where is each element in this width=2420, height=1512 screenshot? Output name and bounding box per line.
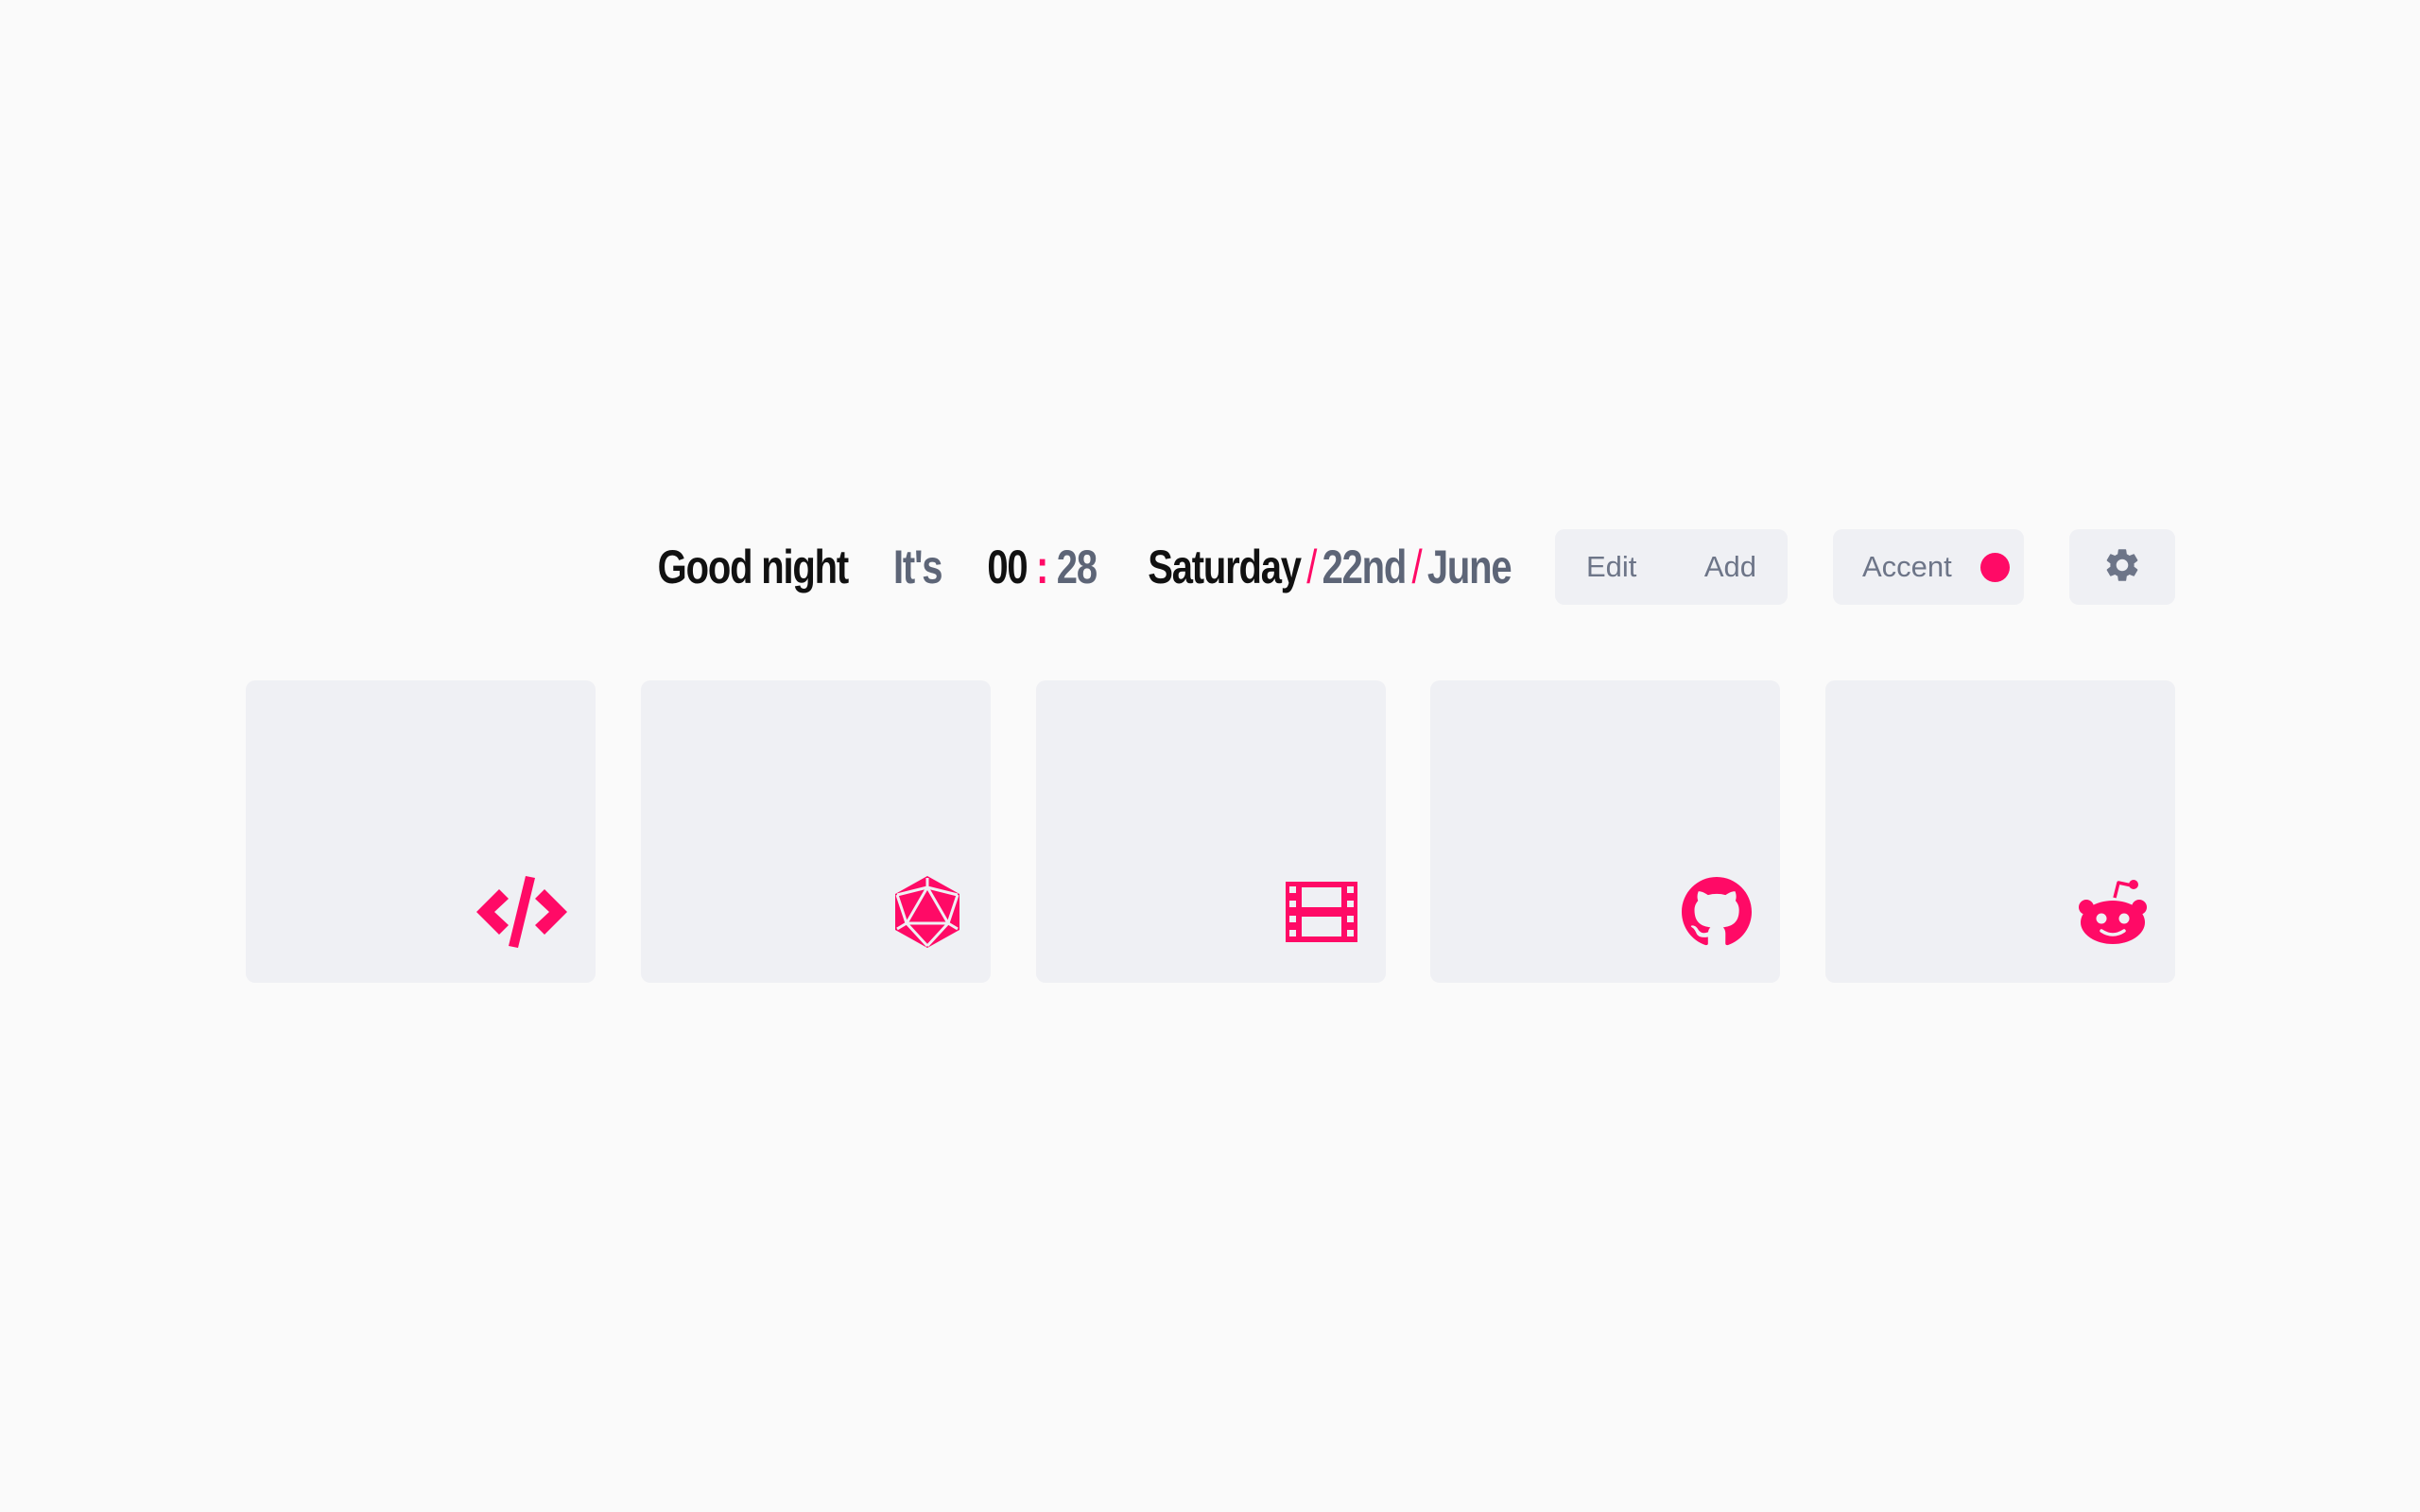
greeting-clock: Good night It's 00 : 28 Saturday / 22nd … [657, 529, 1512, 605]
github-icon [1657, 874, 1753, 950]
dice-d20-icon [868, 874, 962, 950]
bookmark-card-code[interactable] [246, 680, 596, 983]
edit-button[interactable]: Edit [1586, 550, 1636, 584]
its-label: It's [892, 541, 943, 593]
clock-minutes: 28 [1056, 541, 1097, 593]
date-separator: / [1305, 541, 1317, 593]
date-separator: / [1411, 541, 1422, 593]
clock-separator: : [1035, 541, 1048, 593]
code-icon [473, 874, 567, 950]
reddit-icon [2052, 874, 2147, 950]
date-month: June [1426, 541, 1512, 593]
gear-icon [2102, 545, 2142, 590]
bookmark-cards [246, 680, 2175, 983]
bookmark-card-github[interactable] [1430, 680, 1781, 983]
app: Good night It's 00 : 28 Saturday / 22nd … [246, 529, 2175, 983]
bookmark-card-film[interactable] [1035, 680, 1386, 983]
film-icon [1263, 874, 1357, 950]
edit-add-group: Edit Add [1555, 529, 1788, 605]
accent-label: Accent [1862, 550, 1952, 583]
accent-color-swatch[interactable] [1980, 552, 2010, 582]
clock-hours: 00 [986, 541, 1028, 593]
date-weekday: Saturday [1147, 541, 1302, 593]
add-button[interactable]: Add [1704, 550, 1756, 584]
bookmark-card-reddit[interactable] [1825, 680, 2175, 983]
bookmark-card-dice[interactable] [640, 680, 991, 983]
greeting: Good night [657, 541, 848, 593]
date-day: 22nd [1322, 541, 1407, 593]
settings-button[interactable] [2069, 529, 2175, 605]
header: Good night It's 00 : 28 Saturday / 22nd … [246, 529, 2175, 605]
accent-toggle[interactable]: Accent [1833, 529, 2024, 605]
